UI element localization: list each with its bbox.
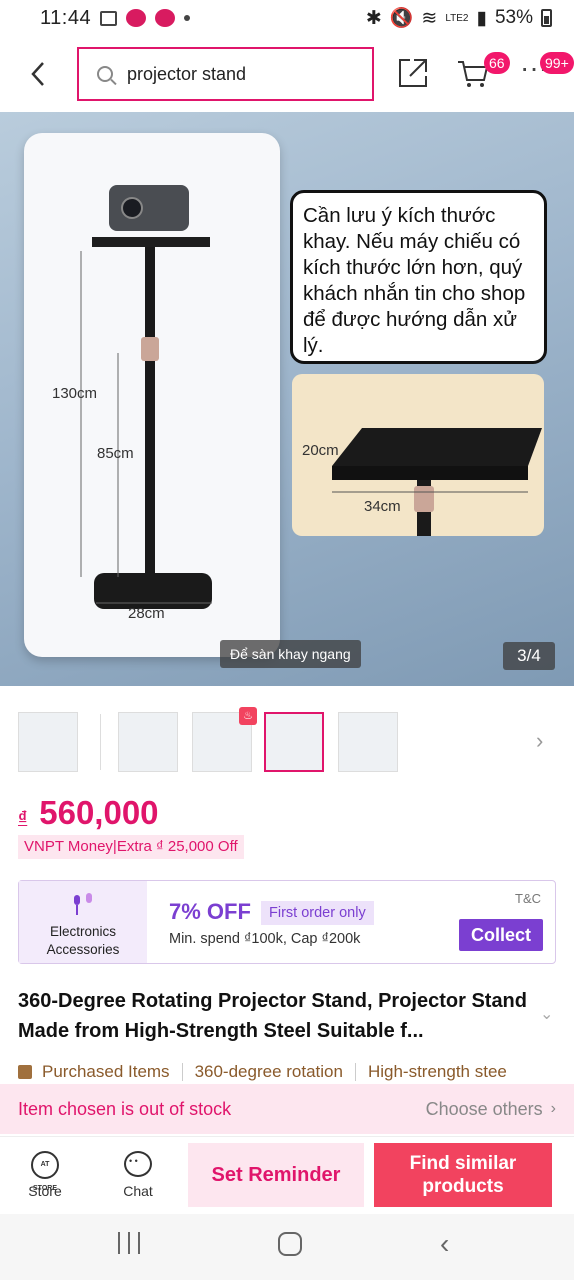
battery-icon: [541, 9, 552, 27]
signal-icon: ▮: [476, 7, 487, 29]
battery-percent: 53%: [494, 7, 533, 28]
voucher-category: Electronics Accessories: [19, 881, 147, 963]
out-of-stock-bar: Item chosen is out of stock Choose other…: [0, 1084, 574, 1134]
voucher-terms: Min. spend ₫100k, Cap ₫200k: [169, 931, 361, 947]
product-image[interactable]: 130cm 85cm 28cm Cần lưu ý kích thước kha…: [0, 112, 574, 686]
chat-label: Chat: [123, 1183, 153, 1199]
thumbnail-4-selected[interactable]: [264, 712, 324, 772]
out-of-stock-message: Item chosen is out of stock: [18, 1098, 232, 1119]
product-title[interactable]: 360-Degree Rotating Projector Stand, Pro…: [18, 986, 538, 1046]
bluetooth-icon: ✱: [365, 7, 382, 29]
search-box[interactable]: projector stand: [77, 47, 374, 101]
product-tags: Purchased Items 360-degree rotation High…: [18, 1058, 574, 1086]
clock: 11:44: [40, 6, 92, 29]
more-notifications-icon: [184, 15, 191, 21]
height-total-label: 130cm: [52, 385, 98, 402]
image-caption: Để sàn khay ngang: [220, 640, 361, 668]
tag-divider: [181, 1063, 183, 1081]
price-amount: 560,000: [39, 794, 159, 831]
share-button[interactable]: [396, 56, 430, 90]
thumbnail-divider: [100, 714, 101, 770]
share-icon: [399, 59, 427, 87]
tray-width-label: 34cm: [364, 498, 401, 515]
voucher-card: Electronics Accessories 7% OFF First ord…: [18, 880, 556, 964]
app-notification-icon-2: [155, 9, 176, 27]
voucher-discount: 7% OFF: [169, 899, 251, 924]
chat-button[interactable]: Chat: [108, 1151, 168, 1199]
search-query: projector stand: [127, 63, 247, 84]
more-button[interactable]: ··· 99+: [520, 52, 574, 90]
payment-promo-tag: VNPT Money|Extra ₫ 25,000 Off: [18, 835, 244, 859]
top-bar: projector stand 66 ··· 99+: [0, 38, 574, 110]
chevron-right-icon[interactable]: ›: [551, 1100, 556, 1118]
size-note: Cần lưu ý kích thước khay. Nếu máy chiếu…: [290, 190, 547, 364]
tray-depth-label: 20cm: [302, 442, 339, 459]
shopping-bag-icon: [18, 1065, 32, 1079]
cart-button[interactable]: 66: [456, 52, 510, 90]
voucher-condition-tag: First order only: [261, 901, 374, 925]
terms-link[interactable]: T&C: [515, 891, 541, 906]
app-notification-icon: [126, 9, 147, 27]
status-bar: 11:44 ✱ 🔇 ≋ LTE2 ▮ 53%: [0, 0, 574, 36]
chevron-down-icon[interactable]: ⌄: [540, 1004, 553, 1024]
tag-divider: [354, 1063, 356, 1081]
voucher-category-label: Electronics Accessories: [46, 924, 120, 957]
find-similar-button[interactable]: Find similar products: [374, 1143, 552, 1207]
notification-count-badge: 99+: [540, 52, 574, 74]
thumbnail-2[interactable]: [118, 712, 178, 772]
thumbnail-3[interactable]: ♨: [192, 707, 257, 772]
wifi-icon: ≋: [421, 7, 438, 29]
thumbnail-1[interactable]: [18, 712, 78, 772]
image-counter: 3/4: [503, 642, 555, 670]
chevron-right-icon[interactable]: ›: [536, 728, 543, 754]
cart-count-badge: 66: [484, 52, 510, 74]
earphones-icon: [70, 891, 96, 917]
stand-illustration-board: 130cm 85cm 28cm: [24, 133, 280, 657]
home-button[interactable]: [278, 1232, 302, 1256]
currency-symbol: ₫: [18, 808, 28, 828]
height-min-label: 85cm: [97, 445, 134, 462]
search-icon: [97, 66, 113, 82]
tag-item: 360-degree rotation: [194, 1062, 343, 1081]
network-label: LTE2: [445, 12, 469, 24]
bottom-action-bar: AT STORE Store Chat Set Reminder Find si…: [0, 1136, 574, 1214]
thumbnail-5[interactable]: [338, 712, 398, 772]
tray-inset: 20cm 34cm: [292, 374, 544, 536]
chat-icon: [124, 1151, 152, 1177]
hot-icon: ♨: [239, 707, 257, 725]
store-icon: AT STORE: [31, 1151, 59, 1192]
choose-others-link[interactable]: Choose others: [426, 1099, 543, 1120]
collect-button[interactable]: Collect: [459, 919, 543, 951]
chevron-left-icon: [31, 62, 44, 86]
recent-apps-button[interactable]: [118, 1232, 140, 1254]
tag-item: High-strength stee: [367, 1062, 507, 1081]
store-label: Store: [28, 1183, 62, 1199]
store-button[interactable]: AT STORE Store: [15, 1151, 75, 1199]
system-back-button[interactable]: ‹: [440, 1228, 449, 1260]
base-width-label: 28cm: [128, 605, 165, 622]
mute-icon: 🔇: [389, 8, 414, 29]
back-button[interactable]: [0, 38, 76, 110]
gallery-notification-icon: [100, 10, 118, 26]
tag-item: Purchased Items: [42, 1062, 170, 1081]
price: ₫ 560,000: [18, 794, 159, 832]
status-indicators: ✱ 🔇 ≋ LTE2 ▮ 53%: [366, 6, 552, 30]
set-reminder-button[interactable]: Set Reminder: [188, 1143, 364, 1207]
system-navigation-bar: ‹: [0, 1214, 574, 1280]
thumbnail-strip: ♨ ›: [0, 702, 574, 784]
